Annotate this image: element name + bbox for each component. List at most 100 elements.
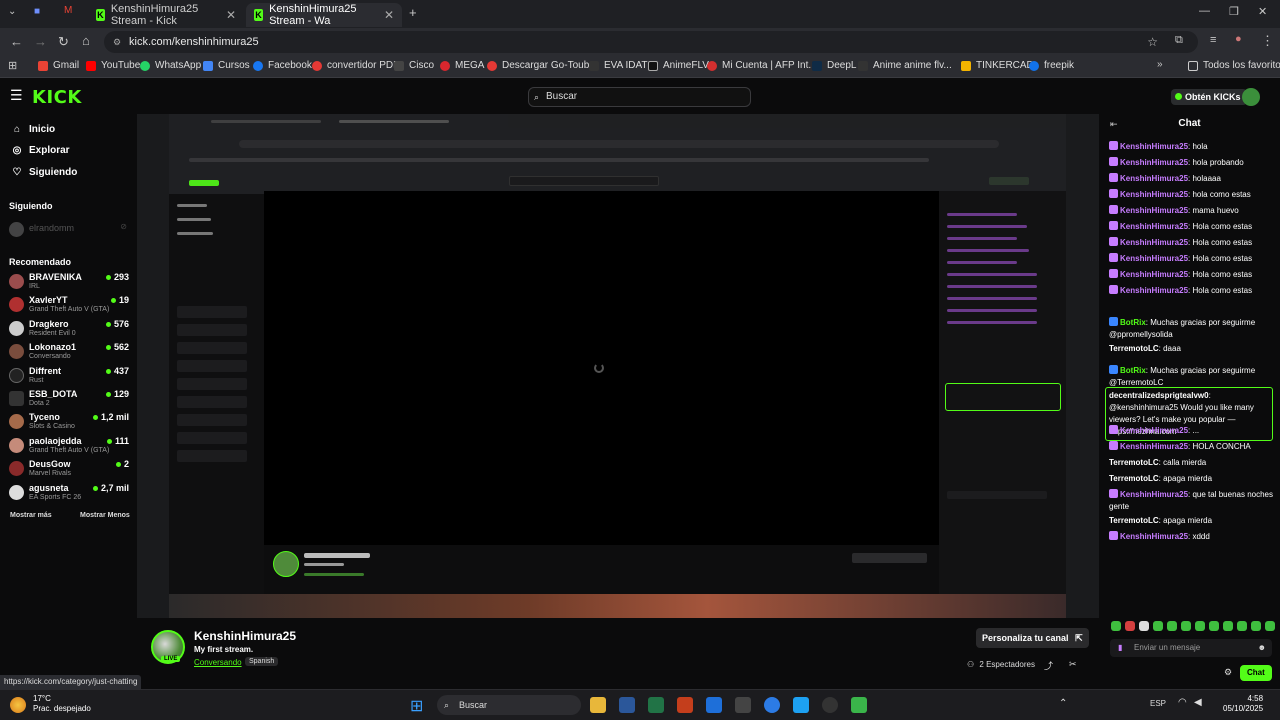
chat-username[interactable]: KenshinHimura25 [1120, 442, 1188, 451]
chat-username[interactable]: BotRix [1120, 318, 1146, 327]
emote-icon[interactable] [1195, 621, 1205, 631]
home-icon[interactable]: ⌂ [82, 33, 90, 48]
apps-grid-icon[interactable]: ⊞ [8, 59, 17, 72]
taskbar-search[interactable]: ⌕ Buscar [437, 695, 581, 715]
windows-start-icon[interactable]: ⊞ [410, 696, 423, 716]
app-icon[interactable] [793, 697, 809, 713]
reload-icon[interactable]: ↻ [58, 34, 69, 50]
language-tag[interactable]: Spanish [245, 657, 279, 666]
excel-icon[interactable] [648, 697, 664, 713]
following-item[interactable]: elrandomm ⊘ [9, 220, 129, 242]
minimize-icon[interactable]: — [1199, 5, 1210, 17]
bookmark-gmail[interactable]: Gmail [38, 60, 79, 71]
sidebar-item-xavleryt[interactable]: XavlerYT Grand Theft Auto V (GTA) 19 [9, 295, 129, 317]
chat-username[interactable]: KenshinHimura25 [1120, 142, 1188, 151]
sidebar-item-lokonazo1[interactable]: Lokonazo1 Conversando 562 [9, 342, 129, 364]
emote-icon[interactable] [1223, 621, 1233, 631]
chat-username[interactable]: TerremotoLC [1109, 344, 1159, 353]
sidebar-item-tyceno[interactable]: Tyceno Slots & Casino 1,2 mil [9, 412, 129, 434]
nav-siguiendo[interactable]: ♡ Siguiendo [11, 167, 78, 178]
emote-icon[interactable] [1251, 621, 1261, 631]
emoji-picker-icon[interactable]: ☻ [1258, 639, 1266, 657]
chat-settings-icon[interactable]: ⚙ [1224, 667, 1232, 678]
close-tab-icon[interactable]: ✕ [384, 8, 394, 22]
bookmark-eva-idat[interactable]: EVA IDAT [589, 60, 648, 71]
tab-stream-active[interactable]: K KenshinHimura25 Stream - Wa ✕ [246, 3, 402, 27]
weather-icon[interactable] [10, 697, 26, 713]
nav-inicio[interactable]: ⌂ Inicio [11, 124, 55, 135]
chat-username[interactable]: KenshinHimura25 [1120, 238, 1188, 247]
url-input[interactable]: ⚙ kick.com/kenshinhimura25 ☆ [104, 31, 1198, 53]
chat-username[interactable]: KenshinHimura25 [1120, 426, 1188, 435]
get-kicks-button[interactable]: Obtén KICKs [1171, 89, 1247, 105]
bookmark-whatsapp[interactable]: WhatsApp [140, 60, 201, 71]
chat-username[interactable]: KenshinHimura25 [1120, 254, 1188, 263]
clip-icon[interactable]: ✂ [1069, 659, 1077, 670]
emote-icon[interactable] [1153, 621, 1163, 631]
show-less-button[interactable]: Mostrar Menos [80, 512, 130, 519]
emote-icon[interactable] [1167, 621, 1177, 631]
chat-username[interactable]: KenshinHimura25 [1120, 174, 1188, 183]
site-info-icon[interactable]: ⚙ [113, 31, 121, 53]
chat-username[interactable]: KenshinHimura25 [1120, 532, 1188, 541]
bookmark-cisco[interactable]: Cisco [394, 60, 434, 71]
chrome-icon[interactable] [764, 697, 780, 713]
app-icon[interactable] [735, 697, 751, 713]
keyboard-language[interactable]: ESP [1150, 699, 1166, 708]
sidebar-item-diffrent[interactable]: Diffrent Rust 437 [9, 366, 129, 388]
chevron-right-icon[interactable]: » [1157, 59, 1163, 70]
app-icon[interactable] [706, 697, 722, 713]
share-icon[interactable]: ⤴ [1044, 659, 1053, 672]
search-input[interactable]: ⌕ Buscar [528, 87, 751, 107]
forward-icon[interactable]: → [34, 34, 47, 49]
tab-search-icon[interactable]: ⌄ [8, 6, 16, 17]
video-player[interactable] [137, 114, 1099, 618]
tab-stream-kick[interactable]: K KenshinHimura25 Stream - Kick ✕ [88, 3, 244, 27]
sidebar-item-deusgow[interactable]: DeusGow Marvel Rivals 2 [9, 459, 129, 481]
nav-explorar[interactable]: ◎ Explorar [11, 145, 70, 156]
chat-message-input[interactable]: ▮ Enviar un mensaje ☻ [1110, 639, 1272, 657]
new-tab-icon[interactable]: + [409, 5, 417, 20]
chat-username[interactable]: KenshinHimura25 [1120, 490, 1188, 499]
chat-send-button[interactable]: Chat [1240, 665, 1272, 681]
powerpoint-icon[interactable] [677, 697, 693, 713]
show-more-button[interactable]: Mostrar más [10, 512, 52, 519]
chat-username[interactable]: KenshinHimura25 [1120, 206, 1188, 215]
sidebar-item-bravenika[interactable]: BRAVENIKA IRL 293 [9, 272, 129, 294]
sidebar-item-esb-dota[interactable]: ESB_DOTA Dota 2 129 [9, 389, 129, 411]
bookmark-go-toub[interactable]: Descargar Go-Toub... [487, 60, 598, 71]
emote-icon[interactable] [1209, 621, 1219, 631]
chat-username[interactable]: TerremotoLC [1109, 516, 1159, 525]
extensions-icon[interactable]: ⧉ [1175, 34, 1183, 47]
emote-icon[interactable] [1139, 621, 1149, 631]
bookmark-facebook[interactable]: Facebook [253, 60, 312, 71]
clock[interactable]: 4:58 05/10/2025 [1223, 694, 1263, 714]
bookmark-mega[interactable]: MEGA [440, 60, 484, 71]
bookmark-folder-all[interactable]: Todos los favoritos [1188, 60, 1280, 71]
profile-icon[interactable]: ● [1235, 33, 1242, 45]
reading-list-icon[interactable]: ≡ [1210, 34, 1216, 46]
chat-username[interactable]: KenshinHimura25 [1120, 190, 1188, 199]
bookmark-afp[interactable]: Mi Cuenta | AFP Int... [707, 60, 817, 71]
kick-logo[interactable]: KICK [32, 87, 82, 108]
chat-username[interactable]: decentralizedsprigtealvw0 [1109, 391, 1209, 400]
close-window-icon[interactable]: ✕ [1258, 5, 1267, 18]
streamer-name[interactable]: KenshinHimura25 [194, 629, 296, 643]
sidebar-item-agusneta[interactable]: agusneta EA Sports FC 26 2,7 mil [9, 483, 129, 505]
emote-icon[interactable] [1181, 621, 1191, 631]
bookmark-tinkercad[interactable]: TINKERCAD [961, 60, 1034, 71]
hamburger-menu-icon[interactable]: ☰ [10, 87, 23, 104]
chat-username[interactable]: KenshinHimura25 [1120, 222, 1188, 231]
bookmark-anime-flv[interactable]: Anime anime flv... [858, 60, 952, 71]
chat-username[interactable]: TerremotoLC [1109, 474, 1159, 483]
app-icon[interactable] [851, 697, 867, 713]
volume-icon[interactable]: ◀ [1194, 697, 1202, 708]
sidebar-item-dragkero[interactable]: Dragkero Resident Evil 0 576 [9, 319, 129, 341]
chat-username[interactable]: KenshinHimura25 [1120, 158, 1188, 167]
sidebar-item-paolaojedda[interactable]: paolaojedda Grand Theft Auto V (GTA) 111 [9, 436, 129, 458]
emote-icon[interactable] [1111, 621, 1121, 631]
bookmark-youtube[interactable]: YouTube [86, 60, 140, 71]
back-icon[interactable]: ← [10, 34, 23, 49]
emote-icon[interactable] [1265, 621, 1275, 631]
bookmark-convertidor[interactable]: convertidor PDF [312, 60, 399, 71]
